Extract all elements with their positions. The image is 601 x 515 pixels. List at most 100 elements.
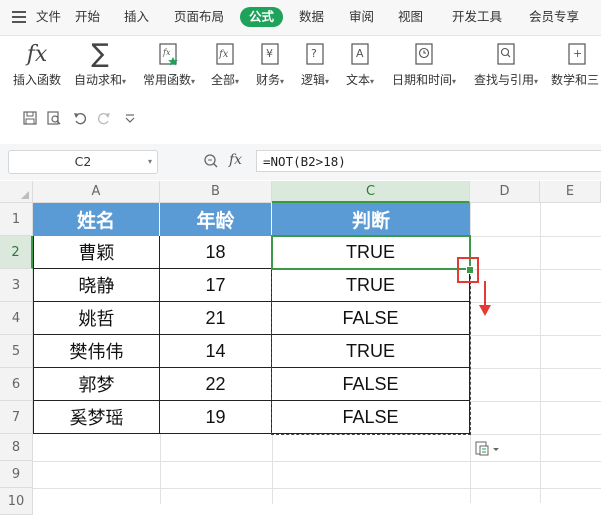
fx-icon: fx [26, 41, 48, 67]
row-header-2[interactable]: 2 [0, 236, 33, 269]
plus-book-icon: + [551, 40, 601, 68]
cell-b4[interactable]: 21 [160, 302, 272, 335]
tab-developer[interactable]: 开发工具 [452, 8, 502, 26]
question-book-icon: ? [297, 40, 333, 68]
row-header-8[interactable]: 8 [0, 434, 33, 461]
arrow-down-icon [479, 281, 491, 316]
menu-file[interactable]: 文件 [36, 8, 61, 26]
formula-ribbon: fx 插入函数 ∑ 自动求和▾ fx 常用函数▾ fx 全部▾ ¥ 财务▾ ? … [0, 36, 601, 94]
text-functions-button[interactable]: A 文本▾ [342, 40, 378, 88]
gridline [470, 368, 601, 369]
undo-icon[interactable] [72, 110, 88, 126]
row-header-5[interactable]: 5 [0, 335, 33, 368]
gridline [470, 401, 601, 402]
tab-formulas[interactable]: 公式 [240, 7, 284, 27]
row-header-9[interactable]: 9 [0, 461, 33, 488]
header-cell-age[interactable]: 年龄 [160, 203, 272, 236]
name-box[interactable]: C2 ▾ [8, 150, 158, 174]
quick-access-toolbar [0, 104, 601, 132]
cell-a2[interactable]: 曹颖 [33, 236, 160, 269]
cell-c2[interactable]: TRUE [272, 236, 470, 269]
cell-a6[interactable]: 郭梦 [33, 368, 160, 401]
tab-page-layout[interactable]: 页面布局 [174, 8, 224, 26]
common-functions-button[interactable]: fx 常用函数▾ [139, 40, 199, 88]
cell-b5[interactable]: 14 [160, 335, 272, 368]
header-cell-name[interactable]: 姓名 [33, 203, 160, 236]
gridline [470, 434, 601, 435]
fx-icon[interactable]: fx [229, 152, 242, 168]
hamburger-menu-icon[interactable] [12, 11, 26, 23]
gridline [470, 236, 601, 237]
gridline [33, 461, 601, 462]
column-header-e[interactable]: E [540, 181, 601, 203]
column-header-c[interactable]: C [272, 181, 470, 203]
paste-options-icon[interactable] [475, 440, 501, 458]
row-header-10[interactable]: 10 [0, 488, 33, 515]
svg-text:+: + [573, 47, 582, 60]
cell-c6[interactable]: FALSE [272, 368, 470, 401]
gridline [272, 434, 273, 504]
tab-review[interactable]: 审阅 [349, 8, 374, 26]
cell-c4[interactable]: FALSE [272, 302, 470, 335]
logic-functions-button[interactable]: ? 逻辑▾ [297, 40, 333, 88]
select-all-corner[interactable] [0, 181, 33, 203]
gridline [470, 335, 601, 336]
chevron-down-icon[interactable]: ▾ [148, 151, 152, 173]
cell-b2[interactable]: 18 [160, 236, 272, 269]
gridline [33, 488, 601, 489]
header-cell-judgement[interactable]: 判断 [272, 203, 470, 236]
tab-view[interactable]: 视图 [398, 8, 423, 26]
tab-home[interactable]: 开始 [75, 8, 100, 26]
cell-b7[interactable]: 19 [160, 401, 272, 434]
row-header-7[interactable]: 7 [0, 401, 33, 434]
yen-book-icon: ¥ [252, 40, 288, 68]
lookup-reference-functions-button[interactable]: 查找与引用▾ [470, 40, 542, 88]
autosum-button[interactable]: ∑ 自动求和▾ [70, 39, 130, 88]
menu-bar: 文件 开始 插入 页面布局 公式 数据 审阅 视图 开发工具 会员专享 [0, 0, 601, 36]
math-trig-functions-button[interactable]: + 数学和三 [551, 40, 601, 88]
row-header-4[interactable]: 4 [0, 302, 33, 335]
finance-functions-button[interactable]: ¥ 财务▾ [252, 40, 288, 88]
search-book-icon [470, 40, 542, 68]
row-header-1[interactable]: 1 [0, 203, 33, 236]
zoom-icon[interactable] [203, 153, 219, 169]
highlight-box [457, 257, 479, 283]
cell-a3[interactable]: 晓静 [33, 269, 160, 302]
cell-b6[interactable]: 22 [160, 368, 272, 401]
tab-member[interactable]: 会员专享 [529, 8, 579, 26]
cell-a4[interactable]: 姚哲 [33, 302, 160, 335]
cell-c7[interactable]: FALSE [272, 401, 470, 434]
cell-a5[interactable]: 樊伟伟 [33, 335, 160, 368]
cell-c3[interactable]: TRUE [272, 269, 470, 302]
svg-text:fx: fx [218, 49, 229, 60]
spreadsheet-grid: A B C D E 1 2 3 4 5 6 7 8 9 10 姓名 年龄 判断 … [0, 181, 601, 515]
svg-text:fx: fx [162, 48, 171, 57]
column-header-a[interactable]: A [33, 181, 160, 203]
star-fx-icon: fx [139, 40, 199, 68]
svg-text:?: ? [311, 47, 317, 60]
customize-toolbar-icon[interactable] [122, 110, 138, 126]
cell-b3[interactable]: 17 [160, 269, 272, 302]
column-header-b[interactable]: B [160, 181, 272, 203]
gridline [160, 434, 161, 504]
insert-function-button[interactable]: fx 插入函数 [10, 40, 64, 88]
cell-a7[interactable]: 奚梦瑶 [33, 401, 160, 434]
tab-insert[interactable]: 插入 [124, 8, 149, 26]
column-header-d[interactable]: D [470, 181, 540, 203]
row-header-3[interactable]: 3 [0, 269, 33, 302]
date-time-functions-button[interactable]: 日期和时间▾ [388, 40, 460, 88]
redo-icon[interactable] [96, 110, 112, 126]
cell-c5[interactable]: TRUE [272, 335, 470, 368]
tab-data[interactable]: 数据 [299, 8, 324, 26]
sigma-icon: ∑ [91, 39, 109, 69]
formula-input[interactable]: =NOT(B2>18) [256, 150, 601, 172]
all-fx-icon: fx [207, 40, 243, 68]
formula-bar: C2 ▾ fx =NOT(B2>18) [0, 144, 601, 180]
save-icon[interactable] [22, 110, 38, 126]
all-functions-button[interactable]: fx 全部▾ [207, 40, 243, 88]
gridline [470, 269, 601, 270]
row-header-6[interactable]: 6 [0, 368, 33, 401]
print-preview-icon[interactable] [46, 110, 62, 126]
gridline [540, 203, 541, 503]
gridline [470, 203, 471, 503]
